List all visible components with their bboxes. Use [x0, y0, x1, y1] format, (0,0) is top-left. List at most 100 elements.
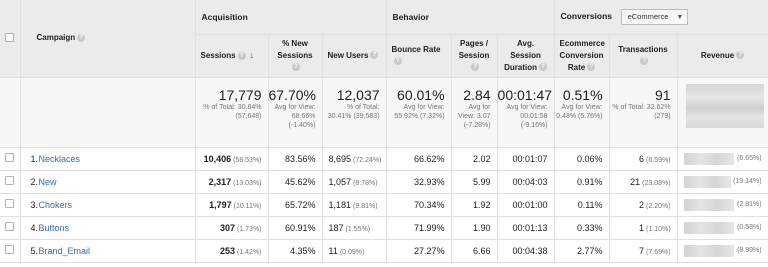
total-pct-new-sessions: 67.70% Avg for View: 68.66% (-1.40%): [268, 77, 323, 148]
help-icon[interactable]: ?: [587, 63, 596, 72]
totals-label-cell: [20, 77, 196, 148]
total-pct-new-sessions-value: 67.70%: [268, 86, 316, 103]
campaign-link[interactable]: New: [39, 177, 57, 187]
behavior-group: Behavior: [386, 0, 555, 35]
transactions-header-label[interactable]: Transactions: [618, 45, 667, 54]
bounce-cell: 27.27%: [386, 239, 452, 263]
transactions-cell: 1 (1.10%): [609, 216, 678, 240]
new-users-pct: (8.78%): [353, 179, 378, 187]
row-checkbox-cell[interactable]: [0, 170, 21, 194]
analytics-table: Campaign? Acquisition Behavior Conversio…: [0, 0, 768, 263]
sessions-pct: (1.73%): [236, 225, 262, 233]
pages-cell: 1.92: [451, 193, 498, 217]
transactions-header[interactable]: Transactions?: [609, 34, 678, 78]
campaign-header-label[interactable]: Campaign: [37, 33, 76, 42]
new-users-header[interactable]: New Users?: [322, 34, 387, 78]
pct-new-sessions-header[interactable]: % New Sessions?: [268, 34, 323, 78]
duration-cell: 00:01:07: [497, 147, 555, 171]
campaign-link[interactable]: Buttons: [39, 223, 70, 233]
campaign-link[interactable]: Necklaces: [39, 154, 81, 164]
sessions-value: 307: [219, 222, 235, 233]
new-users-cell: 11 (0.09%): [322, 239, 387, 263]
campaign-cell: 3.Chokers: [20, 193, 196, 217]
row-checkbox[interactable]: [5, 176, 15, 185]
pct-new-cell: 60.91%: [268, 216, 323, 240]
redacted-revenue: [683, 175, 732, 188]
row-checkbox[interactable]: [5, 199, 15, 208]
sessions-header-label[interactable]: Sessions: [201, 51, 236, 60]
help-icon[interactable]: ?: [736, 51, 745, 60]
pct-new-value: 60.91%: [284, 222, 316, 233]
help-icon[interactable]: ?: [370, 51, 379, 60]
avg-session-duration-header-label[interactable]: Avg. Session Duration: [504, 39, 541, 72]
help-icon[interactable]: ?: [292, 63, 300, 72]
campaign-link[interactable]: Chokers: [39, 200, 73, 210]
revenue-header-label[interactable]: Revenue: [701, 51, 734, 60]
bounce-value: 32.93%: [414, 176, 445, 187]
help-icon[interactable]: ?: [640, 57, 649, 66]
campaign-cell: 2.New: [20, 170, 196, 194]
row-checkbox-cell[interactable]: [0, 147, 21, 171]
row-checkbox-cell[interactable]: [0, 239, 21, 263]
bounce-rate-header-label[interactable]: Bounce Rate: [392, 45, 441, 54]
totals-row: 17,779% of Total: 30.84% (57,648) 67.70%…: [0, 77, 768, 148]
sessions-cell: 1,797 (10.11%): [195, 193, 269, 217]
row-checkbox[interactable]: [5, 245, 15, 254]
campaign-cell: 1.Necklaces: [20, 147, 196, 171]
totals-spacer: [0, 77, 21, 148]
table-row: 2.New 2,317 (13.03%) 45.62% 1,057 (8.78%) …: [0, 170, 768, 194]
bounce-cell: 70.34%: [386, 193, 452, 217]
row-checkbox-cell[interactable]: [0, 216, 21, 240]
row-checkbox[interactable]: [5, 153, 15, 162]
sessions-cell: 253 (1.42%): [195, 239, 269, 263]
help-icon[interactable]: ?: [471, 63, 480, 72]
revenue-pct: (19.14%): [733, 178, 762, 185]
row-checkbox[interactable]: [5, 222, 15, 231]
transactions-pct: (1.10%): [646, 225, 671, 233]
conversions-select[interactable]: eCommerce ▼: [620, 8, 689, 25]
conv-rate-cell: 0.91%: [554, 170, 610, 194]
total-sessions-value: 17,779: [218, 86, 262, 103]
total-ecommerce-conversion-rate: 0.51% Avg for View: 0.48% (5.76%): [554, 77, 610, 148]
pages-session-header-label[interactable]: Pages / Session: [459, 39, 490, 60]
pages-cell: 5.99: [451, 170, 498, 194]
row-checkbox-cell[interactable]: [0, 193, 21, 217]
ecommerce-conversion-rate-header[interactable]: Ecommerce Conversion Rate?: [554, 34, 610, 78]
ecommerce-conversion-rate-header-label[interactable]: Ecommerce Conversion Rate: [560, 39, 605, 72]
select-all-checkbox[interactable]: [5, 32, 15, 42]
help-icon[interactable]: ?: [538, 63, 547, 72]
new-users-value: 187: [328, 222, 344, 233]
total-bounce-rate: 60.01% Avg for View: 55.92% (7.32%): [386, 77, 452, 148]
help-icon[interactable]: ?: [393, 57, 402, 66]
new-users-header-label[interactable]: New Users: [328, 51, 369, 60]
transactions-value: 21: [630, 176, 641, 187]
sort-desc-icon[interactable]: ↓: [250, 50, 255, 60]
revenue-pct: (0.58%): [737, 224, 762, 231]
avg-session-duration-header[interactable]: Avg. Session Duration?: [497, 34, 555, 78]
campaign-cell: 4.Buttons: [20, 216, 196, 240]
pct-new-sessions-header-label[interactable]: % New Sessions: [277, 39, 312, 60]
revenue-pct: (8.99%): [737, 247, 762, 254]
help-icon[interactable]: ?: [237, 51, 246, 60]
sessions-header[interactable]: Sessions? ↓: [195, 34, 269, 78]
pages-session-header[interactable]: Pages / Session?: [451, 34, 498, 78]
revenue-header[interactable]: Revenue?: [677, 34, 768, 78]
pct-new-value: 65.72%: [284, 199, 316, 210]
total-pages-session: 2.84 Avg for View: 3.07 (-7.28%): [451, 77, 498, 148]
campaign-header[interactable]: Campaign?: [20, 0, 196, 78]
select-all-cell[interactable]: [0, 0, 21, 78]
total-ecommerce-conversion-rate-sub: Avg for View: 0.48% (5.76%): [556, 103, 603, 120]
pages-cell: 2.02: [451, 147, 498, 171]
sessions-value: 2,317: [208, 176, 232, 187]
campaign-link[interactable]: Brand_Email: [39, 246, 91, 256]
duration-value: 00:01:13: [512, 222, 548, 233]
conv-rate-value: 0.33%: [577, 222, 603, 233]
transactions-value: 6: [639, 153, 645, 164]
revenue-cell: (2.81%): [677, 193, 768, 217]
sessions-pct: (13.03%): [233, 179, 262, 187]
duration-value: 00:01:00: [512, 199, 548, 210]
pct-new-value: 4.35%: [289, 245, 316, 256]
help-icon[interactable]: ?: [77, 33, 86, 42]
bounce-rate-header[interactable]: Bounce Rate?: [386, 34, 452, 78]
bounce-value: 71.99%: [414, 222, 445, 233]
